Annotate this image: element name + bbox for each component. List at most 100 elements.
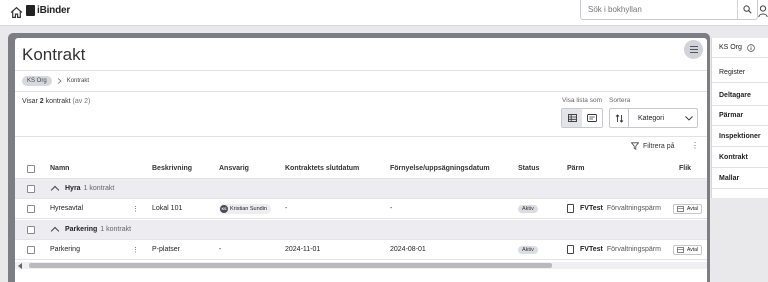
sidebar-item-parmar[interactable]: Pärmar — [712, 106, 768, 126]
user-icon[interactable] — [758, 4, 768, 18]
binder-name: Förvaltningspärm — [606, 205, 661, 212]
filter-button[interactable]: Filtrera på — [631, 142, 675, 150]
responsible-chip[interactable]: KS Kristian Sundin — [219, 203, 271, 214]
group-row-hyra[interactable]: Hyra 1 kontrakt — [15, 179, 707, 199]
sidebar-item-register[interactable]: Register — [712, 63, 768, 83]
view-mode-toggle — [561, 108, 603, 128]
sidebar-item-deltagare[interactable]: Deltagare — [712, 86, 768, 106]
card-view-button[interactable] — [582, 109, 602, 127]
group-count: 1 kontrakt — [100, 226, 132, 233]
search-button[interactable] — [737, 0, 757, 19]
binder-code[interactable]: FVTest — [580, 246, 603, 253]
sidebar-item-kontrakt[interactable]: Kontrakt — [712, 148, 768, 168]
table-view-button[interactable] — [562, 109, 582, 127]
column-status[interactable]: Status — [518, 159, 539, 178]
group-row-parkering[interactable]: Parkering 1 kontrakt — [15, 220, 707, 240]
column-description[interactable]: Beskrivning — [152, 159, 192, 178]
binder-icon — [567, 204, 574, 213]
column-renewal-date[interactable]: Förnyelse/uppsägningsdatum — [390, 159, 490, 178]
sort-icon — [615, 113, 623, 123]
group-name: Hyra — [65, 185, 81, 192]
contract-description: Lokal 101 — [152, 205, 183, 212]
card-view-icon — [587, 114, 597, 122]
tab-chip[interactable]: Avtal — [673, 203, 703, 214]
sidebar-org[interactable]: KS Org — [712, 38, 768, 58]
tab-icon — [677, 205, 684, 212]
divider — [15, 70, 707, 71]
table-row[interactable]: Hyresavtal ⋮ Lokal 101 KS Kristian Sundi… — [15, 199, 707, 219]
search-box — [580, 0, 758, 20]
result-count-number: 2 — [39, 98, 44, 105]
sidebar-item-inspektioner[interactable]: Inspektioner — [712, 127, 768, 147]
table-view-icon — [567, 114, 577, 122]
sort-label: Sortera — [609, 97, 631, 104]
renewal-date: 2024-08-01 — [390, 246, 426, 253]
tab-name: Avtal — [687, 205, 699, 212]
row-menu-icon[interactable]: ⋮ — [132, 240, 139, 259]
divider — [15, 136, 707, 137]
status-badge: Aktiv — [518, 204, 538, 213]
result-count: Visar 2 kontrakt (av 2) — [22, 98, 90, 105]
home-icon[interactable] — [10, 6, 23, 19]
result-count-word: kontrakt — [45, 98, 71, 105]
search-input[interactable] — [581, 5, 737, 14]
sort-value: Kategori — [638, 114, 665, 122]
end-date: - — [285, 205, 288, 212]
avatar: KS — [220, 204, 228, 213]
scrollbar-thumb[interactable] — [29, 263, 552, 268]
row-checkbox[interactable] — [27, 204, 35, 213]
tab-chip[interactable]: Avtal — [673, 244, 703, 255]
app-logo[interactable]: iBinder — [26, 5, 70, 16]
search-icon — [743, 5, 752, 14]
panel-menu-button[interactable] — [684, 40, 703, 59]
table-row[interactable]: Parkering ⋮ P-platser - 2024-11-01 2024-… — [15, 240, 707, 260]
table-header: Namn Beskrivning Ansvarig Kontraktets sl… — [15, 159, 707, 179]
breadcrumb-org[interactable]: KS Org — [22, 76, 52, 86]
sidebar-org-label: KS Org — [719, 44, 742, 51]
horizontal-scrollbar[interactable] — [15, 262, 707, 269]
responsible-name: Kristian Sundin — [230, 205, 267, 212]
sidebar-item-mallar[interactable]: Mallar — [712, 169, 768, 189]
filter-label: Filtrera på — [643, 142, 675, 150]
sort-direction-button[interactable] — [610, 109, 629, 127]
binder-icon — [567, 245, 574, 254]
more-options-icon[interactable]: ⋮ — [691, 141, 699, 150]
group-checkbox[interactable] — [27, 184, 35, 193]
result-count-prefix: Visar — [22, 98, 38, 105]
binder-code[interactable]: FVTest — [580, 205, 603, 212]
column-tab[interactable]: Flik — [679, 159, 691, 178]
contracts-panel: Kontrakt KS Org Kontrakt Visar 2 kontrak… — [15, 38, 707, 282]
binder-name: Förvaltningspärm — [606, 246, 661, 253]
group-count: 1 kontrakt — [83, 185, 115, 192]
divider — [15, 91, 707, 92]
tab-icon — [677, 246, 684, 253]
info-icon[interactable] — [747, 43, 755, 52]
collapse-icon[interactable] — [50, 185, 60, 195]
top-bar: iBinder — [0, 0, 768, 26]
column-name[interactable]: Namn — [50, 159, 69, 178]
contract-name[interactable]: Hyresavtal — [50, 199, 83, 218]
filter-icon — [631, 142, 639, 150]
scroll-left-icon[interactable] — [18, 263, 22, 269]
group-checkbox[interactable] — [27, 225, 35, 234]
column-binder[interactable]: Pärm — [567, 159, 585, 178]
breadcrumb-current: Kontrakt — [66, 78, 90, 84]
tab-name: Avtal — [687, 246, 699, 253]
chevron-down-icon — [685, 115, 693, 121]
column-responsible[interactable]: Ansvarig — [219, 159, 249, 178]
row-checkbox[interactable] — [27, 245, 35, 254]
responsible-name: - — [219, 246, 222, 253]
result-count-total: (av 2) — [72, 98, 91, 105]
status-badge: Aktiv — [518, 245, 538, 254]
view-mode-label: Visa lista som — [562, 97, 602, 104]
sort-select[interactable]: Kategori — [609, 108, 698, 128]
contract-name[interactable]: Parkering — [50, 240, 80, 259]
collapse-icon[interactable] — [50, 226, 60, 236]
select-all-checkbox[interactable] — [27, 164, 35, 173]
page-title: Kontrakt — [22, 45, 86, 64]
ibinder-logo-icon — [26, 5, 35, 16]
row-menu-icon[interactable]: ⋮ — [132, 199, 139, 218]
chevron-right-icon — [57, 78, 62, 84]
column-end-date[interactable]: Kontraktets slutdatum — [285, 159, 359, 178]
group-name: Parkering — [65, 226, 98, 233]
